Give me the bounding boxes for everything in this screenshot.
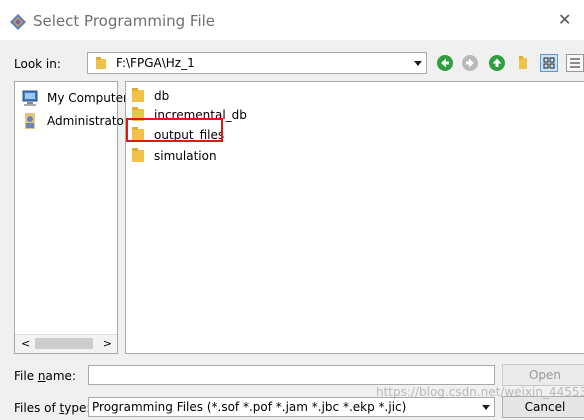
look-in-label: Look in: [14, 57, 61, 71]
close-icon[interactable]: ✕ [558, 10, 571, 29]
chevron-down-icon[interactable] [414, 61, 422, 66]
scroll-right-icon[interactable]: > [103, 337, 112, 350]
forward-icon[interactable] [461, 54, 479, 72]
up-icon[interactable] [488, 54, 506, 72]
places-scrollbar[interactable]: < > [15, 334, 117, 353]
file-label: db [154, 89, 170, 103]
back-icon[interactable] [436, 54, 454, 72]
detail-view-icon[interactable] [566, 54, 584, 72]
place-label-my-computer: My Computer [47, 91, 128, 105]
file-type-label: Files of type: [14, 401, 91, 415]
file-list: db incremental_db output_files simulatio… [125, 81, 584, 354]
look-in-path: F:\FPGA\Hz_1 [116, 56, 195, 70]
cancel-button[interactable]: Cancel [502, 396, 584, 418]
computer-icon [22, 90, 38, 106]
user-icon [25, 113, 35, 129]
places-panel: My Computer Administrator < > [14, 81, 129, 354]
open-button[interactable]: Open [502, 364, 584, 386]
scroll-left-icon[interactable]: < [21, 337, 30, 350]
file-type-value: Programming Files (*.sof *.pof *.jam *.j… [92, 400, 407, 414]
file-name-input[interactable] [88, 365, 495, 385]
watermark: https://blog.csdn.net/weixin_44553904 [376, 385, 584, 399]
scroll-thumb[interactable] [35, 338, 93, 349]
icon-view-icon[interactable] [540, 54, 558, 72]
chevron-down-icon[interactable] [482, 405, 490, 410]
select-programming-file-dialog: Select Programming File ✕ Look in: F:\FP… [0, 0, 584, 420]
new-folder-icon[interactable] [514, 54, 532, 72]
highlight-box [126, 118, 223, 142]
folder-icon [132, 88, 144, 102]
file-name-label: File name: [14, 369, 76, 383]
place-label-administrator: Administrator [47, 114, 129, 128]
folder-icon [132, 148, 144, 162]
app-diamond-icon [10, 14, 26, 30]
look-in-combo[interactable]: F:\FPGA\Hz_1 [87, 52, 427, 74]
window-title: Select Programming File [33, 12, 216, 30]
file-type-select[interactable]: Programming Files (*.sof *.pof *.jam *.j… [88, 397, 495, 417]
folder-icon [96, 57, 106, 69]
title-bar: Select Programming File ✕ [0, 0, 584, 40]
file-label: simulation [154, 149, 217, 163]
